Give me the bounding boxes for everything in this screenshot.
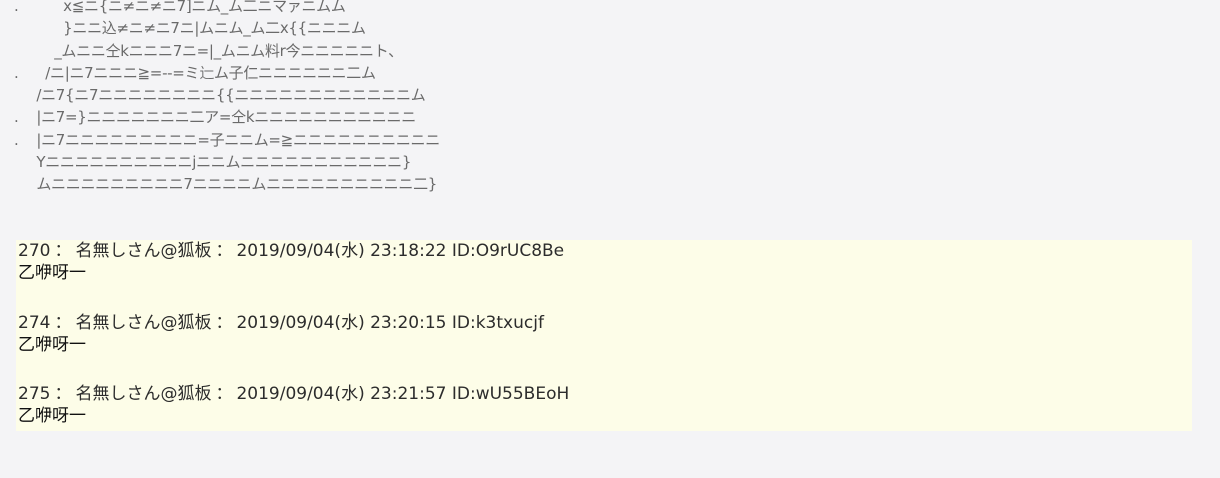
post-list: 270：名無しさん@狐板： 2019/09/04(水) 23:18:22 ID:O… [16, 240, 1192, 431]
thread-page: . x≦ニ{ニ≠ニ≠ニ7]ニム_ム二ニマァニムム }ニニ込≠ニ≠ニ7ニ|ムニム_… [0, 0, 1220, 478]
post-number[interactable]: 274 [18, 313, 50, 333]
separator: ： [54, 313, 72, 333]
post-274: 274：名無しさん@狐板： 2019/09/04(水) 23:20:15 ID:k… [18, 312, 1188, 356]
ascii-art-line: ムニニニニニニニニニ7ニニニニムニニニニニニニニニニ二} [14, 175, 438, 194]
poster-name: 名無しさん@狐板 [75, 313, 212, 333]
post-header: 270：名無しさん@狐板： 2019/09/04(水) 23:18:22 ID:O… [18, 240, 1188, 262]
post-header: 275：名無しさん@狐板： 2019/09/04(水) 23:21:57 ID:w… [18, 383, 1188, 405]
post-body: 乙咿呀一 [18, 406, 86, 426]
post-header: 274：名無しさん@狐板： 2019/09/04(水) 23:20:15 ID:k… [18, 312, 1188, 334]
post-270: 270：名無しさん@狐板： 2019/09/04(水) 23:18:22 ID:O… [18, 240, 1188, 284]
ascii-art-line: }ニニ込≠ニ≠ニ7ニ|ムニム_ム二x{{ニニニム [14, 19, 366, 38]
post-date: 2019/09/04(水) 23:18:22 [236, 241, 447, 261]
post-number[interactable]: 270 [18, 241, 50, 261]
separator: ： [215, 384, 233, 404]
ascii-art-line: . |ニ7ニニニニニニニニニ=子ニニム=≧ニニニニニニニニニニ [14, 130, 440, 149]
post-body: 乙咿呀一 [18, 263, 86, 283]
post-date: 2019/09/04(水) 23:21:57 [236, 384, 447, 404]
poster-name: 名無しさん@狐板 [75, 241, 212, 261]
separator: ： [54, 384, 72, 404]
post-body: 乙咿呀一 [18, 335, 86, 355]
ascii-art-line: . |ニ7=}ニニニニニニニ二ア=仝kニニニニニニニニニニニ [14, 108, 416, 127]
ascii-art-line: . /ニ|ニ7ニニニ≧=--=ミ辷ム子仁ニニニニニニ二ム [14, 63, 376, 82]
poster-id[interactable]: ID:k3txucjf [452, 313, 544, 333]
post-275: 275：名無しさん@狐板： 2019/09/04(水) 23:21:57 ID:w… [18, 383, 1188, 427]
ascii-art-line: Yニニニニニニニニニニjニニムニニニニニニニニニニニ} [14, 153, 412, 172]
separator: ： [215, 241, 233, 261]
ascii-art-line: /ニ7{ニ7ニニニニニニニニ{{ニニニニニニニニニニニニム [14, 86, 426, 105]
poster-id[interactable]: ID:O9rUC8Be [452, 241, 564, 261]
ascii-art-line: _ムニニ仝kニニニ7ニ=|_ムニム料r今ニニニニニト、 [14, 41, 403, 60]
poster-id[interactable]: ID:wU55BEoH [452, 384, 569, 404]
separator: ： [215, 313, 233, 333]
ascii-art: . x≦ニ{ニ≠ニ≠ニ7]ニム_ム二ニマァニムム }ニニ込≠ニ≠ニ7ニ|ムニム_… [14, 0, 440, 196]
poster-name: 名無しさん@狐板 [75, 384, 212, 404]
post-date: 2019/09/04(水) 23:20:15 [236, 313, 447, 333]
ascii-art-line: . x≦ニ{ニ≠ニ≠ニ7]ニム_ム二ニマァニムム [14, 0, 346, 15]
post-number[interactable]: 275 [18, 384, 50, 404]
separator: ： [54, 241, 72, 261]
